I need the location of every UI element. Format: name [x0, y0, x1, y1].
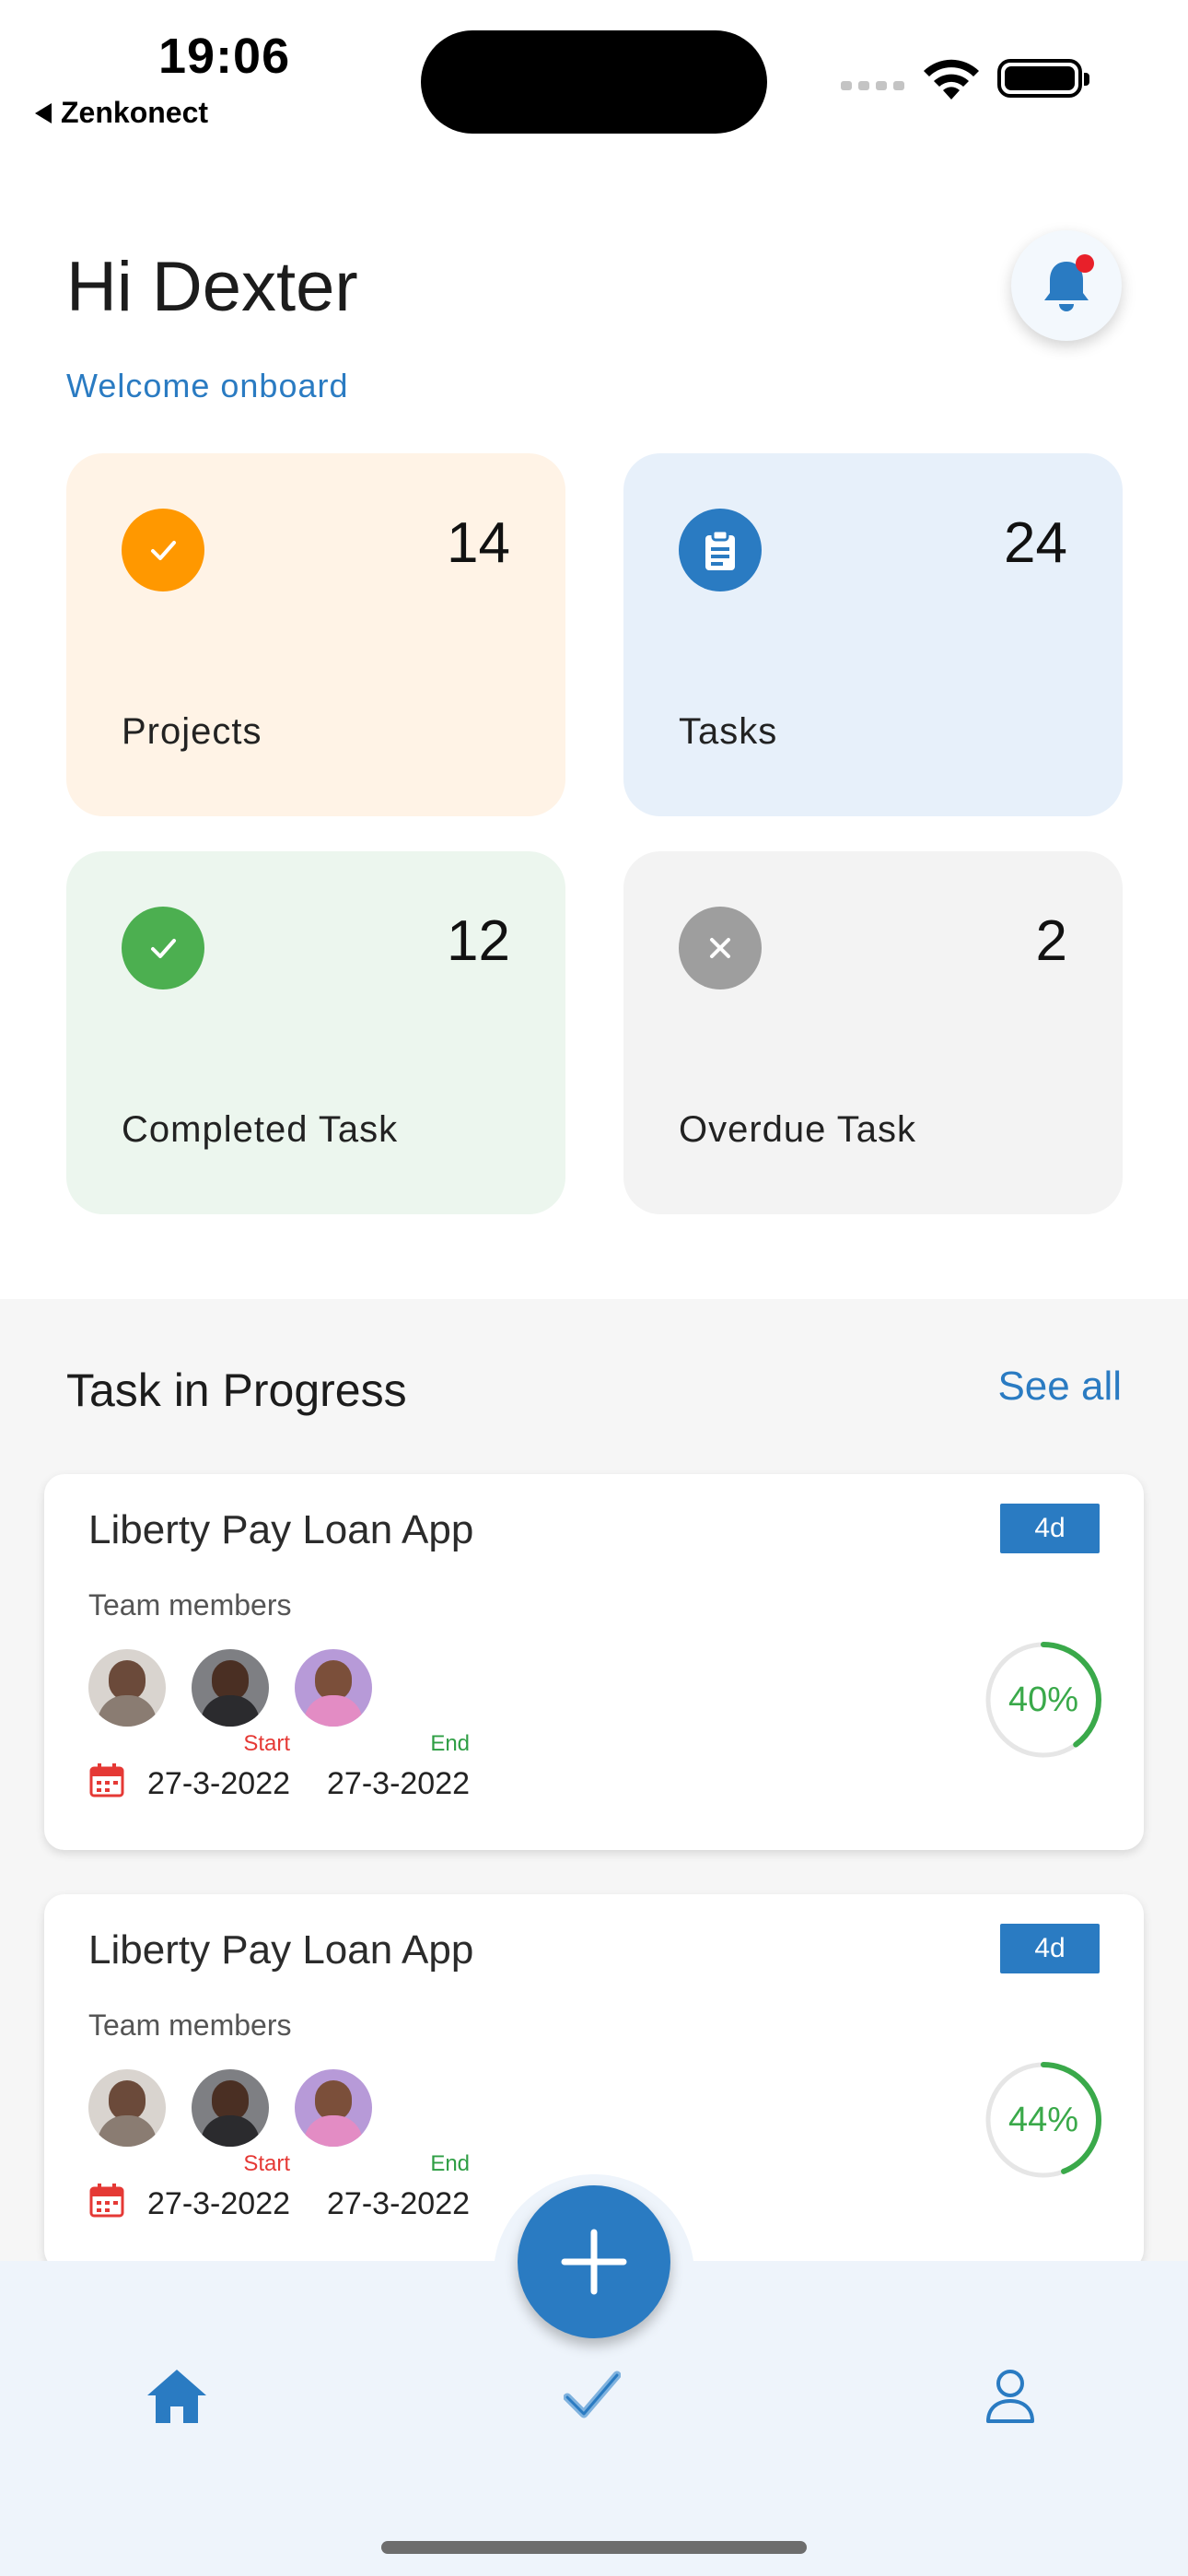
task-dates: Start 27-3-2022 End 27-3-2022	[88, 2151, 507, 2222]
start-date: 27-3-2022	[147, 2186, 291, 2221]
end-date: 27-3-2022	[327, 1766, 471, 1801]
end-date-group: End 27-3-2022	[327, 1731, 471, 1802]
start-date: 27-3-2022	[147, 1766, 291, 1801]
team-avatars	[88, 2069, 372, 2147]
close-icon	[679, 907, 762, 989]
projects-count: 14	[447, 511, 510, 575]
completed-task-card[interactable]: 12 Completed Task	[66, 851, 565, 1214]
tasks-check-icon	[563, 2371, 622, 2418]
calendar-icon	[89, 1763, 124, 1797]
notification-dot	[1076, 254, 1094, 273]
greeting-title: Hi Dexter	[66, 248, 358, 326]
avatar[interactable]	[295, 2069, 372, 2147]
end-label: End	[430, 1731, 471, 1756]
task-title: Liberty Pay Loan App	[88, 1507, 474, 1552]
dynamic-island	[421, 30, 767, 134]
overdue-label: Overdue Task	[679, 1109, 917, 1150]
projects-label: Projects	[122, 711, 262, 752]
completed-count: 12	[447, 909, 510, 973]
add-task-button[interactable]	[518, 2185, 670, 2338]
duration-badge: 4d	[1000, 1924, 1100, 1973]
start-date-group: Start 27-3-2022	[147, 2151, 291, 2222]
battery-icon	[997, 59, 1089, 98]
check-icon	[122, 907, 204, 989]
section-title: Task in Progress	[66, 1364, 407, 1416]
task-title: Liberty Pay Loan App	[88, 1927, 474, 1973]
wifi-icon	[924, 59, 979, 100]
overdue-task-card[interactable]: 2 Overdue Task	[623, 851, 1123, 1214]
task-dates: Start 27-3-2022 End 27-3-2022	[88, 1731, 507, 1802]
nav-tasks[interactable]	[563, 2370, 622, 2426]
task-card[interactable]: Liberty Pay Loan App 4d Team members Sta…	[44, 1474, 1144, 1850]
status-bar: 19:06 Zenkonect	[0, 0, 1188, 147]
plus-icon	[561, 2229, 627, 2295]
progress-percent: 44%	[1007, 2100, 1079, 2139]
start-date-group: Start 27-3-2022	[147, 1731, 291, 1802]
avatar[interactable]	[192, 2069, 269, 2147]
profile-icon	[986, 2370, 1034, 2423]
see-all-link[interactable]: See all	[997, 1364, 1122, 1410]
start-label: Start	[243, 1731, 291, 1756]
task-progress-section: Task in Progress See all Liberty Pay Loa…	[0, 1299, 1188, 2270]
end-label: End	[430, 2151, 471, 2176]
calendar-icon	[89, 2184, 124, 2218]
avatar[interactable]	[295, 1649, 372, 1727]
tasks-count: 24	[1004, 511, 1067, 575]
back-to-app-link[interactable]: Zenkonect	[35, 96, 208, 130]
back-app-label: Zenkonect	[61, 96, 209, 129]
start-label: Start	[243, 2151, 291, 2176]
home-indicator	[381, 2541, 807, 2554]
clipboard-icon	[679, 509, 762, 591]
projects-card[interactable]: 14 Projects	[66, 453, 565, 816]
end-date-group: End 27-3-2022	[327, 2151, 471, 2222]
nav-home[interactable]	[146, 2368, 208, 2430]
progress-percent: 40%	[1007, 1680, 1079, 1719]
tasks-card[interactable]: 24 Tasks	[623, 453, 1123, 816]
welcome-subtitle: Welcome onboard	[66, 367, 349, 404]
team-members-label: Team members	[88, 2008, 292, 2042]
cellular-signal-icon	[841, 81, 904, 90]
back-triangle-icon	[35, 102, 52, 123]
team-members-label: Team members	[88, 1588, 292, 1622]
nav-profile[interactable]	[984, 2368, 1037, 2430]
avatar[interactable]	[88, 2069, 166, 2147]
duration-badge: 4d	[1000, 1504, 1100, 1553]
overdue-count: 2	[1035, 909, 1067, 973]
end-date: 27-3-2022	[327, 2186, 471, 2221]
home-icon	[147, 2370, 206, 2423]
team-avatars	[88, 1649, 372, 1727]
tasks-label: Tasks	[679, 711, 778, 752]
status-time: 19:06	[158, 29, 291, 84]
avatar[interactable]	[88, 1649, 166, 1727]
completed-label: Completed Task	[122, 1109, 399, 1150]
notifications-button[interactable]	[1011, 230, 1122, 341]
check-icon	[122, 509, 204, 591]
avatar[interactable]	[192, 1649, 269, 1727]
